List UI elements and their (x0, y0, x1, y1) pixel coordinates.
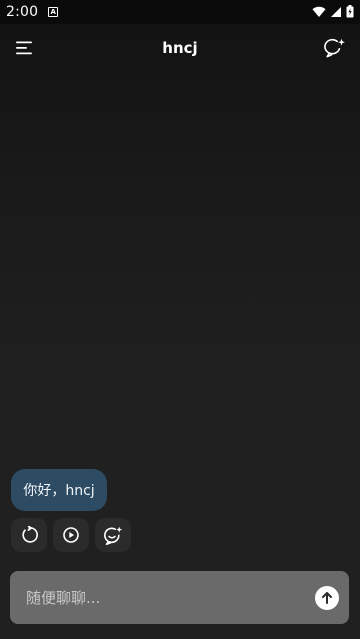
chat-input-bar[interactable]: 随便聊聊... (10, 571, 349, 624)
send-button[interactable] (315, 585, 339, 610)
notification-app-icon: A (48, 7, 59, 17)
header: hncj (0, 24, 360, 72)
new-chat-button[interactable] (324, 37, 346, 59)
battery-icon (346, 3, 354, 22)
message-actions (11, 518, 131, 552)
assistant-message-bubble: 你好，hncj (11, 469, 107, 511)
page-title: hncj (162, 39, 198, 57)
status-bar: 2:00 A (0, 0, 360, 24)
status-left: 2:00 A (6, 4, 59, 20)
status-time: 2:00 (6, 4, 39, 20)
new-chat-sparkle-icon (324, 38, 345, 58)
arrow-up-icon (322, 591, 332, 604)
app-screen: 2:00 A hncj 你好，hncj 随便聊聊... (0, 0, 360, 639)
message-text: 你好，hncj (23, 483, 95, 499)
menu-icon (16, 41, 32, 55)
play-voice-button[interactable] (53, 518, 89, 552)
notification-app-letter: A (50, 7, 56, 16)
play-circle-icon (63, 527, 79, 543)
refresh-icon (22, 526, 38, 543)
signal-icon (330, 3, 342, 22)
chat-input-placeholder[interactable]: 随便聊聊... (26, 587, 315, 608)
smile-sparkle-icon (104, 526, 123, 545)
regenerate-button[interactable] (11, 518, 47, 552)
suggest-reply-button[interactable] (95, 518, 131, 552)
wifi-icon (312, 3, 326, 22)
status-right (312, 3, 354, 22)
menu-button[interactable] (14, 37, 36, 59)
